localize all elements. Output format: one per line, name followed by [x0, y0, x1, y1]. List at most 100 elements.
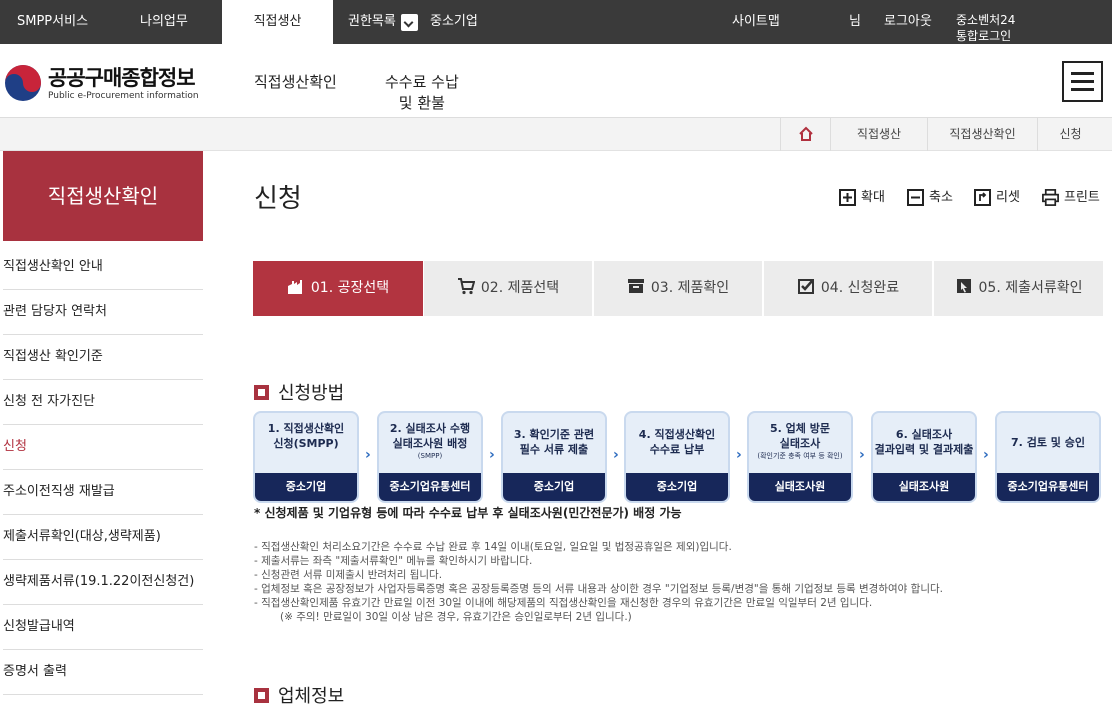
user-name: 님: [849, 14, 861, 29]
flow-step-title: 4. 직접생산확인: [638, 428, 716, 441]
zoom-in-button[interactable]: 확대: [839, 188, 885, 208]
step-tab-factory[interactable]: 01. 공장선택: [253, 261, 423, 316]
zoom-out-button[interactable]: 축소: [907, 188, 953, 208]
step-tab-product-select[interactable]: 02. 제품선택: [424, 261, 592, 316]
factory-icon: [287, 280, 302, 294]
gnb-direct-confirm[interactable]: 직접생산확인: [254, 72, 337, 93]
top-menu-direct-production[interactable]: 직접생산: [222, 0, 333, 44]
gnb-fee-line2: 및 환불: [398, 94, 445, 112]
sidebar-item[interactable]: 관련 담당자 연락처: [3, 290, 203, 335]
notice-item: - 신청관련 서류 미제출시 반려처리 됩니다.: [254, 569, 443, 581]
gnb-fee-line1: 수수료 수납: [385, 73, 459, 91]
reset-button[interactable]: 리셋: [974, 188, 1020, 208]
flow-step: 4. 직접생산확인 수수료 납부 중소기업: [624, 411, 730, 503]
breadcrumb-item[interactable]: 직접생산확인: [927, 118, 1037, 151]
sidebar-item[interactable]: 증명서 출력: [3, 650, 203, 695]
taegeuk-logo-icon[interactable]: [4, 64, 42, 102]
flow-step-title: 3. 확인기준 관련: [513, 428, 595, 441]
step-tab-documents[interactable]: 05. 제출서류확인: [934, 261, 1103, 316]
print-label: 프린트: [1064, 190, 1100, 205]
breadcrumb-current[interactable]: 신청: [1037, 118, 1103, 151]
chevron-right-icon: ›: [736, 447, 742, 463]
flow-step-subtitle: 결과입력 및 결과제출: [874, 443, 974, 456]
sidebar-item[interactable]: 생략제품서류(19.1.22이전신청건): [3, 560, 203, 605]
minus-box-icon: [907, 189, 924, 206]
auth-select-value[interactable]: 중소기업: [430, 0, 478, 44]
flow-step-actor: 중소기업유통센터: [379, 473, 481, 501]
section-bullet-icon: [254, 688, 269, 703]
fee-note: * 신청제품 및 기업유형 등에 따라 수수료 납부 후 실태조사원(민간전문가…: [254, 506, 682, 520]
step-tab-complete[interactable]: 04. 신청완료: [764, 261, 932, 316]
section-title-text: 신청방법: [278, 383, 345, 404]
hamburger-icon: [1071, 72, 1094, 75]
flow-step-title: 1. 직접생산확인: [267, 422, 345, 435]
print-button[interactable]: 프린트: [1041, 188, 1100, 208]
flow-step-actor: 중소기업: [503, 473, 605, 501]
sidebar-item[interactable]: 신청 전 자가진단: [3, 380, 203, 425]
reset-label: 리셋: [996, 190, 1020, 205]
step-label: 01. 공장선택: [310, 280, 390, 296]
sidebar-item[interactable]: 주소이전직생 재발급: [3, 470, 203, 515]
chevron-right-icon: ›: [489, 447, 495, 463]
section-title-text: 업체정보: [278, 686, 345, 707]
hamburger-bar: [1071, 88, 1094, 91]
hamburger-menu-button[interactable]: [1062, 61, 1103, 102]
home-icon: [798, 126, 813, 141]
hamburger-bar: [1071, 80, 1094, 83]
section-title-company: 업체정보: [254, 682, 344, 708]
flow-step-subtitle: 실태조사원 배정: [392, 437, 468, 450]
breadcrumb-item[interactable]: 직접생산: [830, 118, 927, 151]
zoom-in-label: 확대: [861, 190, 885, 205]
top-menu-smpp[interactable]: SMPP서비스: [17, 0, 88, 44]
auth-list-label: 권한목록: [348, 14, 396, 29]
venture24-login-link[interactable]: 중소벤처24 통합로그인: [956, 12, 1015, 44]
breadcrumb-home[interactable]: [780, 118, 830, 151]
flow-step-subtitle: 신청(SMPP): [273, 437, 339, 450]
document-pointer-icon: [956, 279, 971, 293]
notice-item: - 업체정보 혹은 공장정보가 사업자등록증명 혹은 공장등록증명 등의 서류 …: [254, 583, 943, 595]
chevron-down-icon[interactable]: [401, 14, 418, 31]
sitemap-link[interactable]: 사이트맵: [732, 0, 780, 44]
flow-step-note: (확인기준 충족 여부 등 확인): [757, 452, 843, 460]
step-label: 02. 제품선택: [480, 280, 560, 296]
sidebar-title: 직접생산확인: [3, 151, 203, 241]
flow-step: 7. 검토 및 승인 중소기업유통센터: [995, 411, 1101, 503]
sidebar-item[interactable]: 제출서류확인(대상,생략제품): [3, 515, 203, 560]
flow-step-actor: 실태조사원: [749, 473, 851, 501]
printer-icon: [1042, 189, 1059, 206]
cart-icon: [457, 278, 475, 295]
application-steps: 01. 공장선택 02. 제품선택 03. 제품확인 04. 신청완료 05. …: [253, 261, 1103, 316]
chevron-right-icon: ›: [365, 447, 371, 463]
step-label: 05. 제출서류확인: [978, 280, 1083, 296]
sidebar-item-active[interactable]: 신청: [3, 425, 203, 470]
venture24-line2: 통합로그인: [956, 29, 1012, 43]
step-label: 03. 제품확인: [650, 280, 730, 296]
sidebar-item[interactable]: 신청발급내역: [3, 605, 203, 650]
site-header: 공공구매종합정보 Public e-Procurement informatio…: [0, 44, 1112, 118]
reset-icon: [974, 189, 991, 206]
flow-step: 2. 실태조사 수행실태조사원 배정 (SMPP) 중소기업유통센터: [377, 411, 483, 503]
flow-step-note: (SMPP): [417, 452, 443, 460]
logo-title[interactable]: 공공구매종합정보: [48, 62, 196, 92]
flow-step-subtitle: 실태조사: [779, 437, 821, 450]
sidebar-item[interactable]: 직접생산확인 안내: [3, 245, 203, 290]
flow-step-actor: 실태조사원: [873, 473, 975, 501]
step-tab-product-confirm[interactable]: 03. 제품확인: [594, 261, 762, 316]
top-menu-mywork[interactable]: 나의업무: [140, 0, 188, 44]
flow-step: 5. 업체 방문 실태조사 (확인기준 충족 여부 등 확인) 실태조사원: [747, 411, 853, 503]
plus-box-icon: [839, 189, 856, 206]
sidebar-item[interactable]: 직접생산 확인기준: [3, 335, 203, 380]
flow-step-actor: 중소기업: [626, 473, 728, 501]
chevron-right-icon: ›: [983, 447, 989, 463]
zoom-out-label: 축소: [929, 190, 953, 205]
section-title-method: 신청방법: [254, 379, 344, 405]
process-flow: 1. 직접생산확인신청(SMPP) 중소기업 › 2. 실태조사 수행실태조사원…: [253, 411, 1103, 503]
flow-step: 1. 직접생산확인 신청(SMPP) 중소기업: [253, 411, 359, 503]
gnb-fee-payment[interactable]: 수수료 수납 및 환불: [385, 72, 459, 114]
page-title: 신청: [254, 184, 302, 214]
checkbox-icon: [797, 279, 814, 294]
flow-step-title: 2. 실태조사 수행: [389, 422, 471, 435]
logout-link[interactable]: 로그아웃: [884, 0, 932, 44]
notice-item: - 직접생산확인 처리소요기간은 수수료 수납 완료 후 14일 이내(토요일,…: [254, 541, 732, 553]
step-label: 04. 신청완료: [820, 280, 900, 296]
